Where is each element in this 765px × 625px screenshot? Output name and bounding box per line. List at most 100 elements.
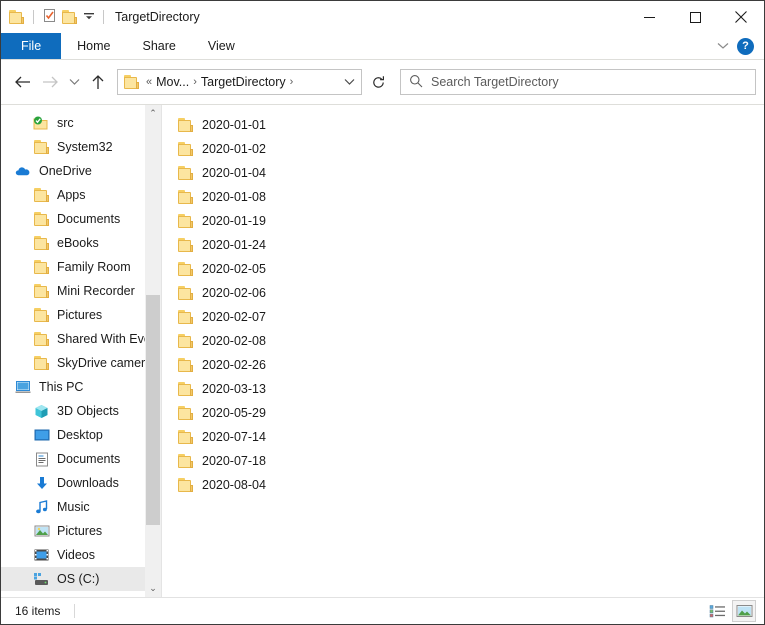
maximize-button[interactable] <box>672 1 718 33</box>
sidebar-item-videos[interactable]: Videos <box>1 543 161 567</box>
navigation-scrollbar[interactable]: ⌃ ⌄ <box>145 105 161 597</box>
file-name: 2020-07-18 <box>202 454 266 468</box>
breadcrumb-bar[interactable]: « Mov... › TargetDirectory › <box>117 69 362 95</box>
folder-icon <box>178 358 194 372</box>
breadcrumb-overflow[interactable]: « <box>146 76 152 88</box>
sidebar-item-documents-onedrive[interactable]: Documents <box>1 207 161 231</box>
3d-objects-icon <box>33 403 50 419</box>
folder-icon <box>178 286 194 300</box>
breadcrumb-item-parent[interactable]: Mov... <box>156 75 189 89</box>
scrollbar-thumb[interactable] <box>146 295 160 525</box>
search-box[interactable]: Search TargetDirectory <box>400 69 756 95</box>
up-button[interactable] <box>85 69 111 95</box>
sidebar-item-onedrive[interactable]: OneDrive <box>1 159 161 183</box>
properties-icon[interactable] <box>42 8 57 26</box>
sidebar-label: src <box>57 116 74 130</box>
customize-dropdown-icon[interactable] <box>83 10 95 25</box>
sidebar-item-apps[interactable]: Apps <box>1 183 161 207</box>
status-divider <box>74 604 76 618</box>
folder-icon <box>33 355 50 371</box>
list-item[interactable]: 2020-07-18 <box>172 449 764 473</box>
sidebar-item-skydrive-camera-roll[interactable]: SkyDrive camera <box>1 351 161 375</box>
folder-icon <box>178 166 194 180</box>
disk-drive-icon <box>33 571 50 587</box>
sidebar-label: Documents <box>57 212 121 226</box>
list-item[interactable]: 2020-01-08 <box>172 185 764 209</box>
large-icons-view-button[interactable] <box>732 600 756 622</box>
folder-icon <box>178 262 194 276</box>
scroll-up-button[interactable]: ⌃ <box>145 105 161 122</box>
sidebar-label: Desktop <box>57 428 103 442</box>
back-button[interactable] <box>9 69 35 95</box>
list-item[interactable]: 2020-02-06 <box>172 281 764 305</box>
sidebar-label: SkyDrive camera <box>57 356 153 370</box>
list-item[interactable]: 2020-01-24 <box>172 233 764 257</box>
minimize-button[interactable] <box>626 1 672 33</box>
sidebar-item-music[interactable]: Music <box>1 495 161 519</box>
list-item[interactable]: 2020-02-26 <box>172 353 764 377</box>
sidebar-item-3d-objects[interactable]: 3D Objects <box>1 399 161 423</box>
sidebar-item-ebooks[interactable]: eBooks <box>1 231 161 255</box>
list-item[interactable]: 2020-07-14 <box>172 425 764 449</box>
tab-share[interactable]: Share <box>127 33 192 59</box>
refresh-button[interactable] <box>364 69 392 95</box>
sidebar-item-os-c[interactable]: OS (C:) <box>1 567 161 591</box>
details-view-button[interactable] <box>706 601 728 621</box>
sidebar-item-desktop[interactable]: Desktop <box>1 423 161 447</box>
list-item[interactable]: 2020-02-07 <box>172 305 764 329</box>
folder-icon[interactable] <box>9 10 25 24</box>
sidebar-label: Pictures <box>57 524 103 538</box>
sidebar-item-pictures-onedrive[interactable]: Pictures <box>1 303 161 327</box>
sidebar-item-pictures[interactable]: Pictures <box>1 519 161 543</box>
file-name: 2020-01-01 <box>202 118 266 132</box>
file-name: 2020-05-29 <box>202 406 266 420</box>
list-item[interactable]: 2020-01-02 <box>172 137 764 161</box>
sidebar-item-system32[interactable]: System32 <box>1 135 161 159</box>
breadcrumb-dropdown-icon[interactable] <box>344 75 359 89</box>
tab-file[interactable]: File <box>1 33 62 59</box>
search-input[interactable]: Search TargetDirectory <box>431 75 559 89</box>
list-item[interactable]: 2020-02-05 <box>172 257 764 281</box>
list-item[interactable]: 2020-01-04 <box>172 161 764 185</box>
folder-icon <box>178 478 194 492</box>
sidebar-item-family-room[interactable]: Family Room <box>1 255 161 279</box>
sidebar-label: Apps <box>57 188 86 202</box>
sidebar-label: 3D Objects <box>57 404 119 418</box>
folder-icon <box>33 307 50 323</box>
breadcrumb-item-current[interactable]: TargetDirectory <box>201 75 286 89</box>
tab-home[interactable]: Home <box>61 33 126 59</box>
qat-divider-1 <box>33 10 34 24</box>
new-folder-icon[interactable] <box>62 10 78 24</box>
sidebar-item-downloads[interactable]: Downloads <box>1 471 161 495</box>
folder-icon <box>178 118 194 132</box>
list-item[interactable]: 2020-05-29 <box>172 401 764 425</box>
folder-icon <box>33 139 50 155</box>
sidebar-item-documents[interactable]: Documents <box>1 447 161 471</box>
sidebar-item-shared-with-everyone[interactable]: Shared With Eve <box>1 327 161 351</box>
recent-locations-button[interactable] <box>65 69 83 95</box>
scroll-down-button[interactable]: ⌄ <box>145 580 161 597</box>
music-icon <box>33 499 50 515</box>
search-icon <box>409 74 423 91</box>
file-name: 2020-02-06 <box>202 286 266 300</box>
breadcrumb-separator-2[interactable]: › <box>290 76 294 88</box>
close-button[interactable] <box>718 1 764 33</box>
file-name: 2020-08-04 <box>202 478 266 492</box>
file-list-pane[interactable]: 2020-01-01 2020-01-02 2020-01-04 2020-01… <box>162 105 764 597</box>
file-name: 2020-02-08 <box>202 334 266 348</box>
view-mode-buttons <box>706 600 756 622</box>
tab-view[interactable]: View <box>192 33 251 59</box>
list-item[interactable]: 2020-02-08 <box>172 329 764 353</box>
forward-button[interactable] <box>37 69 63 95</box>
help-icon[interactable]: ? <box>737 37 754 55</box>
sidebar-item-src[interactable]: src <box>1 111 161 135</box>
list-item[interactable]: 2020-01-01 <box>172 113 764 137</box>
list-item[interactable]: 2020-08-04 <box>172 473 764 497</box>
list-item[interactable]: 2020-01-19 <box>172 209 764 233</box>
chevron-down-icon[interactable] <box>717 39 729 53</box>
list-item[interactable]: 2020-03-13 <box>172 377 764 401</box>
desktop-icon <box>33 427 50 443</box>
sidebar-item-this-pc[interactable]: This PC <box>1 375 161 399</box>
sidebar-item-mini-recorder[interactable]: Mini Recorder <box>1 279 161 303</box>
file-explorer-window: TargetDirectory File Home Share View ? «… <box>0 0 765 625</box>
